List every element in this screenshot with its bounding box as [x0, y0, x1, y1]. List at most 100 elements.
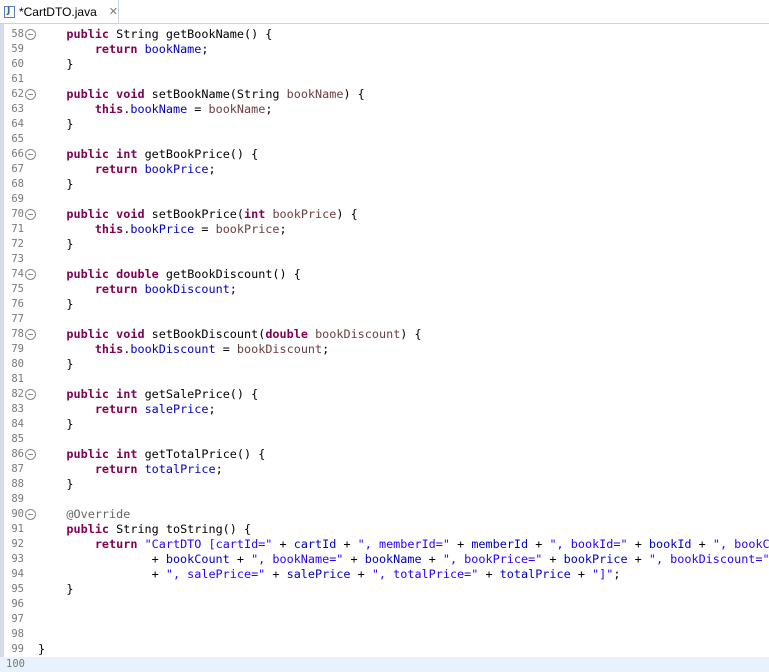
code-text: public void setBookDiscount(double bookD… [38, 327, 421, 342]
code-line[interactable]: 91 public String toString() { [0, 522, 769, 537]
code-token: ; [229, 282, 237, 296]
tab-title: *CartDTO.java [18, 4, 97, 19]
code-line[interactable]: 81 [0, 372, 769, 387]
line-number: 85 [11, 433, 24, 445]
code-editor[interactable]: 58− public String getBookName() {59 retu… [0, 24, 769, 672]
fold-toggle-icon[interactable]: − [25, 389, 36, 400]
line-number: 75 [11, 283, 24, 295]
code-line[interactable]: 60 } [0, 57, 769, 72]
code-line[interactable]: 83 return salePrice; [0, 402, 769, 417]
code-line[interactable]: 71 this.bookPrice = bookPrice; [0, 222, 769, 237]
code-line[interactable]: 73 [0, 252, 769, 267]
code-token: getSalePrice() { [137, 387, 259, 401]
code-token: ", bookCou [712, 537, 769, 551]
code-line[interactable]: 100 [0, 657, 769, 672]
code-line[interactable]: 88 } [0, 477, 769, 492]
code-line[interactable]: 99} [0, 642, 769, 657]
code-line[interactable]: 64 } [0, 117, 769, 132]
code-token: public [66, 447, 110, 461]
code-text: public String toString() { [38, 522, 251, 537]
code-line[interactable]: 59 return bookName; [0, 42, 769, 57]
code-token: public [66, 387, 110, 401]
code-line[interactable]: 87 return totalPrice; [0, 462, 769, 477]
code-line[interactable]: 94 + ", salePrice=" + salePrice + ", tot… [0, 567, 769, 582]
line-number: 88 [11, 478, 24, 490]
code-token: bookPrice [144, 162, 209, 176]
code-line[interactable]: 78− public void setBookDiscount(double b… [0, 327, 769, 342]
code-line[interactable]: 66− public int getBookPrice() { [0, 147, 769, 162]
code-text: return bookName; [38, 42, 209, 57]
code-line[interactable]: 72 } [0, 237, 769, 252]
code-line[interactable]: 86− public int getTotalPrice() { [0, 447, 769, 462]
code-line[interactable]: 76 } [0, 297, 769, 312]
code-token: memberId [471, 537, 529, 551]
code-line[interactable]: 77 [0, 312, 769, 327]
code-token: ) { [336, 207, 358, 221]
code-line[interactable]: 68 } [0, 177, 769, 192]
fold-toggle-icon[interactable]: − [25, 149, 36, 160]
fold-toggle-icon[interactable]: − [25, 329, 36, 340]
fold-toggle-icon[interactable]: − [25, 29, 36, 40]
code-token: int [116, 447, 138, 461]
code-token: = [187, 102, 209, 116]
code-line[interactable]: 93 + bookCount + ", bookName=" + bookNam… [0, 552, 769, 567]
code-line[interactable]: 62− public void setBookName(String bookN… [0, 87, 769, 102]
tab-cartdto-java[interactable]: J *CartDTO.java ✕ [0, 0, 119, 23]
code-line[interactable]: 63 this.bookName = bookName; [0, 102, 769, 117]
code-token: + [450, 537, 472, 551]
code-line[interactable]: 61 [0, 72, 769, 87]
code-line[interactable]: 74− public double getBookDiscount() { [0, 267, 769, 282]
code-line[interactable]: 70− public void setBookPrice(int bookPri… [0, 207, 769, 222]
code-line[interactable]: 85 [0, 432, 769, 447]
code-token: + [542, 552, 564, 566]
close-icon[interactable]: ✕ [109, 5, 118, 18]
line-number: 98 [11, 628, 24, 640]
code-text: return salePrice; [38, 402, 216, 417]
code-token: ; [215, 462, 223, 476]
fold-toggle-icon[interactable]: − [25, 209, 36, 220]
fold-toggle-icon[interactable]: − [25, 89, 36, 100]
code-token: + [691, 537, 713, 551]
code-line[interactable]: 96 [0, 597, 769, 612]
code-line[interactable]: 79 this.bookDiscount = bookDiscount; [0, 342, 769, 357]
code-line[interactable]: 98 [0, 627, 769, 642]
code-token: bookName [286, 87, 344, 101]
code-line[interactable]: 75 return bookDiscount; [0, 282, 769, 297]
code-token: public [66, 87, 110, 101]
code-token: totalPrice [499, 567, 571, 581]
code-line[interactable]: 97 [0, 612, 769, 627]
code-token: + [265, 567, 287, 581]
code-line[interactable]: 95 } [0, 582, 769, 597]
code-text: } [38, 297, 73, 312]
fold-toggle-icon[interactable]: − [25, 269, 36, 280]
code-line[interactable]: 65 [0, 132, 769, 147]
code-token: ; [208, 402, 216, 416]
editor-tab-bar: J *CartDTO.java ✕ [0, 0, 769, 24]
code-line[interactable]: 90− @Override [0, 507, 769, 522]
code-token: public [66, 522, 110, 536]
code-line[interactable]: 84 } [0, 417, 769, 432]
code-line[interactable]: 82− public int getSalePrice() { [0, 387, 769, 402]
fold-toggle-icon[interactable]: − [25, 509, 36, 520]
code-token: + [350, 567, 372, 581]
code-token: bookDiscount [130, 342, 216, 356]
code-line[interactable]: 69 [0, 192, 769, 207]
code-token: + [478, 567, 500, 581]
line-number: 67 [11, 163, 24, 175]
fold-toggle-icon[interactable]: − [25, 449, 36, 460]
code-line[interactable]: 92 return "CartDTO [cartId=" + cartId + … [0, 537, 769, 552]
code-line[interactable]: 89 [0, 492, 769, 507]
code-token: ; [208, 162, 216, 176]
code-line[interactable]: 58− public String getBookName() { [0, 27, 769, 42]
code-text: public double getBookDiscount() { [38, 267, 300, 282]
code-text: public int getSalePrice() { [38, 387, 258, 402]
code-line[interactable]: 80 } [0, 357, 769, 372]
code-line[interactable]: 67 return bookPrice; [0, 162, 769, 177]
code-token: bookDiscount [315, 327, 401, 341]
code-token: bookId [648, 537, 692, 551]
code-token: } [38, 117, 74, 131]
